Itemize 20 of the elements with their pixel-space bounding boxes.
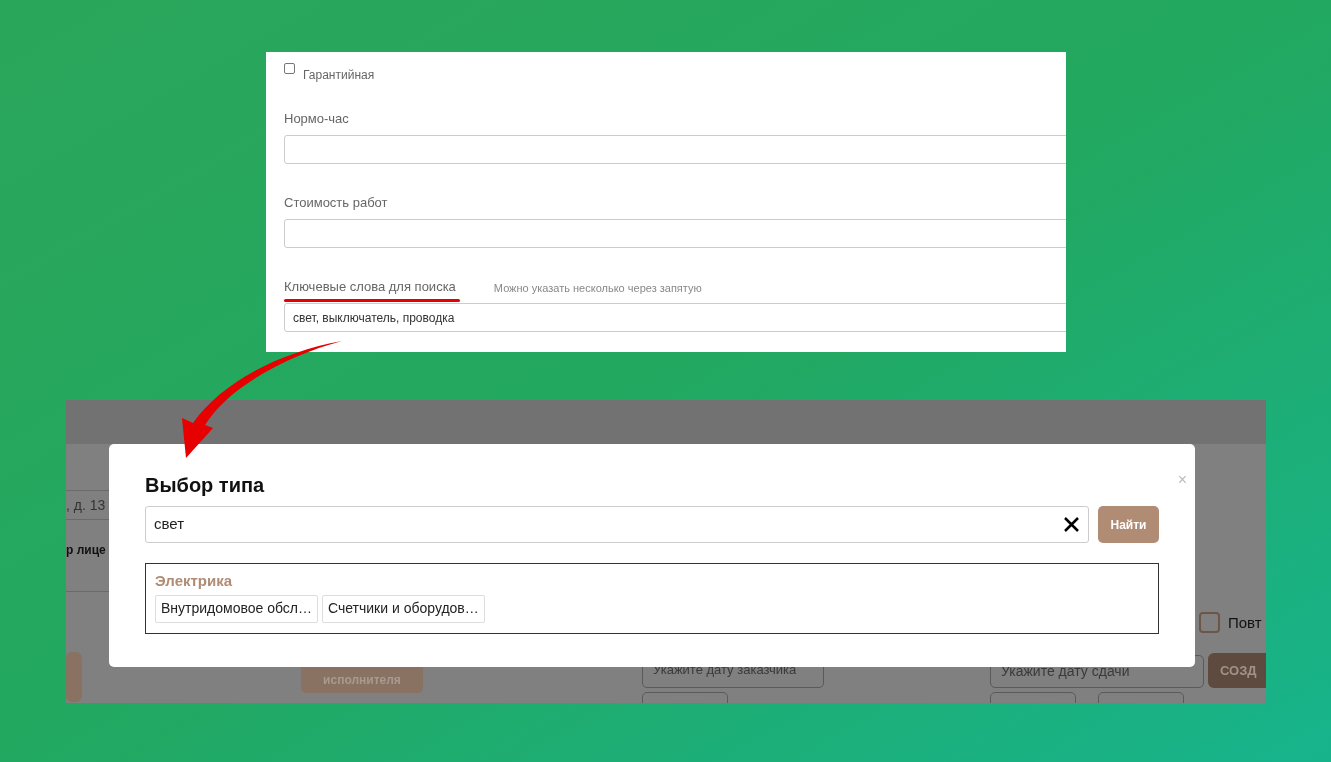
checkbox[interactable] xyxy=(1199,612,1220,633)
input-field[interactable]: свет, выключатель, проводка xyxy=(284,303,1066,332)
button[interactable] xyxy=(66,652,82,702)
field-hint: Можно указать несколько через запятую xyxy=(493,280,702,296)
field-label: р лице xyxy=(66,542,106,559)
clear-icon[interactable] xyxy=(1063,516,1080,533)
modal-title: Выбор типа xyxy=(145,473,265,498)
search-button[interactable]: Найти xyxy=(1098,506,1159,543)
field-label: Нормо-час xyxy=(284,109,349,128)
search-field[interactable]: свет xyxy=(145,506,1089,543)
group-title: Электрика xyxy=(155,571,234,591)
type-chip[interactable]: Счетчики и оборудов… xyxy=(322,594,485,623)
field-label: Ключевые слова для поиска xyxy=(284,276,456,298)
checkbox[interactable] xyxy=(284,63,295,74)
type-chip[interactable]: Внутридомовое обсл… xyxy=(155,594,318,623)
create-button[interactable]: СОЗД xyxy=(1208,653,1266,688)
close-button[interactable]: × xyxy=(1177,472,1187,488)
checkbox-label: Гарантийная xyxy=(303,67,375,84)
checkbox-label: Повт xyxy=(1228,613,1262,633)
field-label: Стоимость работ xyxy=(284,193,388,212)
